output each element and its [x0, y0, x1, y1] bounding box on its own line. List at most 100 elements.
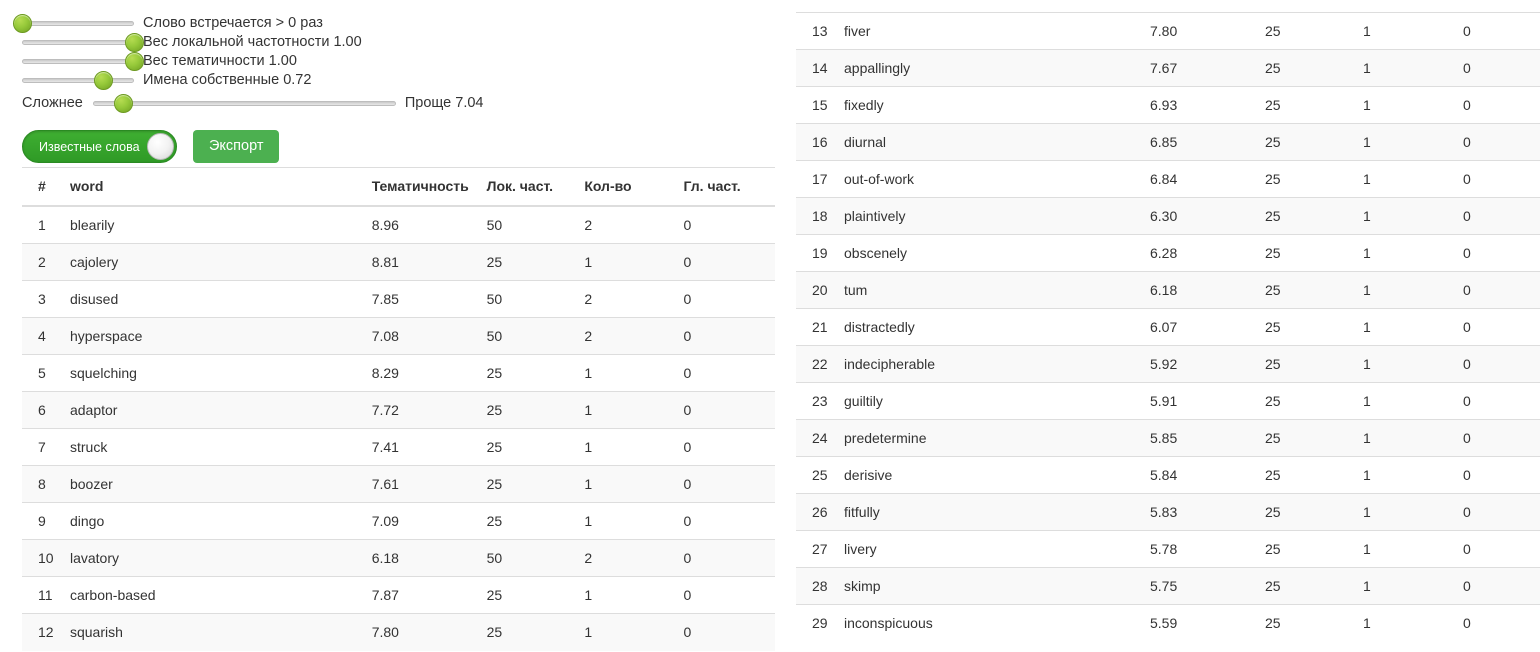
table-row[interactable]: 15fixedly6.932510 [796, 87, 1540, 124]
cell-global-freq: 0 [676, 206, 775, 244]
cell-count: 1 [1355, 13, 1455, 50]
cell-global-freq: 0 [676, 577, 775, 614]
column-header-global-freq[interactable]: Гл. част. [676, 168, 775, 207]
table-row[interactable]: 12squarish7.802510 [22, 614, 775, 651]
slider-local-frequency-weight[interactable] [22, 33, 134, 52]
table-row[interactable]: 28skimp5.752510 [796, 568, 1540, 605]
column-header-count[interactable]: Кол-во [576, 168, 675, 207]
cell-local-freq: 25 [1257, 568, 1355, 605]
slider-track[interactable] [93, 101, 396, 106]
cell-index: 23 [796, 383, 836, 420]
cell-local-freq: 25 [479, 392, 577, 429]
slider-proper-nouns[interactable] [22, 71, 134, 90]
cell-global-freq: 0 [676, 281, 775, 318]
table-row[interactable]: 22indecipherable5.922510 [796, 346, 1540, 383]
table-row[interactable]: 20tum6.182510 [796, 272, 1540, 309]
cell-count: 1 [1355, 346, 1455, 383]
export-button[interactable]: Экспорт [193, 130, 279, 163]
cell-local-freq: 25 [1257, 198, 1355, 235]
slider-row-difficulty: Сложнее Проще 7.04 [22, 94, 782, 113]
table-row[interactable]: 6adaptor7.722510 [22, 392, 775, 429]
table-row[interactable]: 11carbon-based7.872510 [22, 577, 775, 614]
toggle-knob-icon[interactable] [147, 133, 174, 160]
table-row[interactable]: 25derisive5.842510 [796, 457, 1540, 494]
cell-word: blearily [62, 206, 364, 244]
slider-handle[interactable] [125, 33, 144, 52]
column-header-topicality[interactable]: Тематичность [364, 168, 479, 207]
table-row[interactable]: 13fiver7.802510 [796, 13, 1540, 50]
cell-topicality: 7.67 [1142, 50, 1257, 87]
table-header: # word Тематичность Лок. част. Кол-во Гл… [22, 168, 775, 207]
cell-count: 1 [1355, 235, 1455, 272]
cell-global-freq: 0 [676, 503, 775, 540]
table-row[interactable]: 10lavatory6.185020 [22, 540, 775, 577]
cell-local-freq: 50 [479, 318, 577, 355]
column-header-index[interactable]: # [22, 168, 62, 207]
table-row[interactable]: 29inconspicuous5.592510 [796, 605, 1540, 642]
cell-index: 16 [796, 124, 836, 161]
cell-word: obscenely [836, 235, 1142, 272]
cell-topicality: 7.80 [1142, 13, 1257, 50]
cell-count: 1 [1355, 272, 1455, 309]
cell-global-freq: 0 [676, 466, 775, 503]
slider-track[interactable] [22, 59, 134, 64]
cell-index: 24 [796, 420, 836, 457]
table-row[interactable]: 16diurnal6.852510 [796, 124, 1540, 161]
slider-handle[interactable] [13, 14, 32, 33]
cell-global-freq: 0 [1455, 198, 1540, 235]
slider-track[interactable] [22, 78, 134, 83]
cell-index: 9 [22, 503, 62, 540]
table-row[interactable]: 27livery5.782510 [796, 531, 1540, 568]
table-row[interactable]: 24predetermine5.852510 [796, 420, 1540, 457]
slider-handle[interactable] [114, 94, 133, 113]
cell-index: 7 [22, 429, 62, 466]
cell-index: 3 [22, 281, 62, 318]
column-header-word[interactable]: word [62, 168, 364, 207]
known-words-toggle-label: Известные слова [23, 140, 140, 154]
table-row[interactable]: 9dingo7.092510 [22, 503, 775, 540]
cell-global-freq: 0 [1455, 568, 1540, 605]
table-row[interactable]: 21distractedly6.072510 [796, 309, 1540, 346]
cell-count: 1 [576, 244, 675, 281]
table-row[interactable]: 4hyperspace7.085020 [22, 318, 775, 355]
table-row[interactable]: 7struck7.412510 [22, 429, 775, 466]
cell-topicality: 7.09 [364, 503, 479, 540]
cell-word: inconspicuous [836, 605, 1142, 642]
slider-word-frequency-threshold[interactable] [22, 14, 134, 33]
slider-label-topicality-weight: Вес тематичности 1.00 [134, 52, 297, 71]
slider-handle[interactable] [125, 52, 144, 71]
cell-topicality: 5.59 [1142, 605, 1257, 642]
slider-track[interactable] [22, 21, 134, 26]
table-row[interactable]: 23guiltily5.912510 [796, 383, 1540, 420]
slider-track[interactable] [22, 40, 134, 45]
cell-topicality: 5.83 [1142, 494, 1257, 531]
table-row[interactable]: 19obscenely6.282510 [796, 235, 1540, 272]
word-table-right-element: 13fiver7.80251014appallingly7.67251015fi… [796, 12, 1540, 642]
cell-topicality: 8.96 [364, 206, 479, 244]
table-row[interactable]: 17out-of-work6.842510 [796, 161, 1540, 198]
table-row[interactable]: 3disused7.855020 [22, 281, 775, 318]
known-words-toggle[interactable]: Известные слова [22, 130, 177, 163]
cell-global-freq: 0 [1455, 457, 1540, 494]
table-row[interactable]: 26fitfully5.832510 [796, 494, 1540, 531]
slider-topicality-weight[interactable] [22, 52, 134, 71]
slider-difficulty[interactable] [93, 94, 396, 113]
table-row[interactable]: 5squelching8.292510 [22, 355, 775, 392]
table-row[interactable]: 18plaintively6.302510 [796, 198, 1540, 235]
cell-word: cajolery [62, 244, 364, 281]
cell-word: adaptor [62, 392, 364, 429]
table-row[interactable]: 8boozer7.612510 [22, 466, 775, 503]
actions-row: Известные слова Экспорт [22, 130, 279, 163]
cell-local-freq: 25 [1257, 309, 1355, 346]
table-row[interactable]: 14appallingly7.672510 [796, 50, 1540, 87]
column-header-local-freq[interactable]: Лок. част. [479, 168, 577, 207]
cell-count: 1 [576, 577, 675, 614]
cell-index: 19 [796, 235, 836, 272]
cell-local-freq: 25 [479, 503, 577, 540]
slider-handle[interactable] [94, 71, 113, 90]
table-row[interactable]: 1blearily8.965020 [22, 206, 775, 244]
cell-word: struck [62, 429, 364, 466]
cell-word: squelching [62, 355, 364, 392]
table-row[interactable]: 2cajolery8.812510 [22, 244, 775, 281]
cell-local-freq: 25 [1257, 531, 1355, 568]
